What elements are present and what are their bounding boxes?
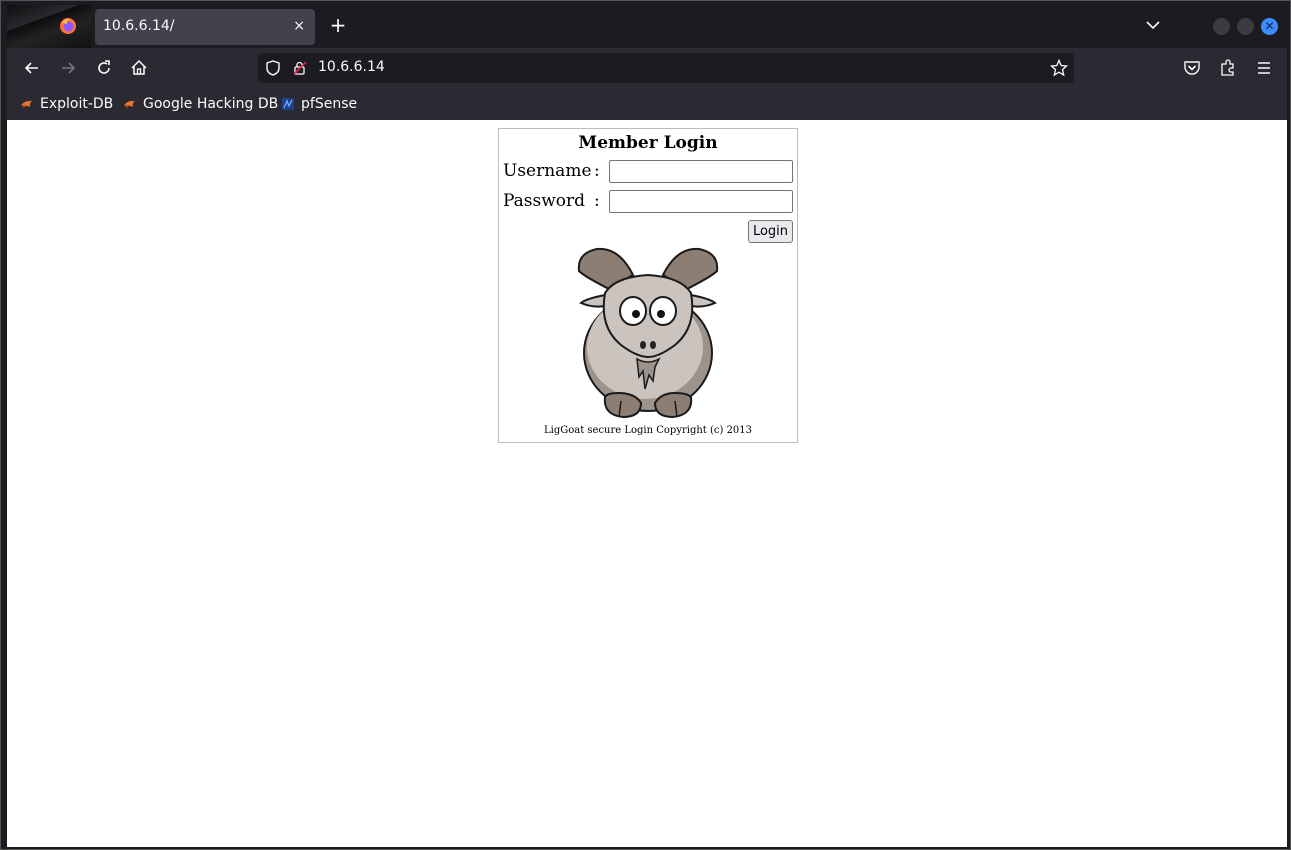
tab-title: 10.6.6.14/ [103, 18, 175, 34]
bookmark-label: Exploit-DB [40, 96, 114, 112]
goat-mascot-image [577, 247, 719, 419]
tab-active[interactable]: 10.6.6.14/ × [95, 9, 315, 45]
menu-hamburger-icon[interactable] [1255, 59, 1273, 77]
login-form: Member Login Username : Password : Login [498, 128, 798, 443]
navigation-toolbar: 10.6.6.14 [7, 48, 1287, 88]
password-label: Password [503, 191, 586, 211]
window-maximize-button[interactable] [1237, 18, 1254, 35]
bookmark-exploit-db[interactable]: Exploit-DB [20, 95, 113, 113]
firefox-icon [60, 18, 76, 34]
tab-strip: 10.6.6.14/ × + ✕ [7, 5, 1287, 48]
login-button[interactable]: Login [748, 220, 793, 243]
url-text: 10.6.6.14 [318, 59, 385, 75]
page-content: Member Login Username : Password : Login [7, 120, 1287, 847]
exploit-db-icon [21, 100, 32, 109]
reload-icon[interactable] [95, 59, 113, 77]
bookmark-pfsense[interactable]: pfSense [281, 95, 357, 113]
browser-window: 10.6.6.14/ × + ✕ 10.6.6.14 Exploit-DB Go… [0, 0, 1291, 850]
tab-close-icon[interactable]: × [293, 18, 305, 34]
username-input[interactable] [609, 160, 793, 183]
chevron-down-icon[interactable] [1145, 17, 1161, 33]
window-minimize-button[interactable] [1213, 18, 1230, 35]
copyright-text: LigGoat secure Login Copyright (c) 2013 [543, 425, 753, 436]
extensions-icon[interactable] [1219, 59, 1237, 77]
window-close-button[interactable]: ✕ [1261, 18, 1278, 35]
bookmark-google-hacking-db[interactable]: Google Hacking DB [123, 95, 278, 113]
forward-arrow-icon[interactable] [59, 59, 77, 77]
bookmark-label: pfSense [301, 96, 358, 112]
ghdb-icon [124, 100, 135, 109]
bookmarks-toolbar: Exploit-DB Google Hacking DB pfSense [7, 88, 1287, 120]
new-tab-button[interactable]: + [327, 15, 349, 37]
username-colon: : [594, 161, 600, 181]
pfsense-icon [282, 98, 294, 110]
shield-icon[interactable] [265, 60, 281, 76]
home-icon[interactable] [130, 59, 148, 77]
username-label: Username [503, 161, 592, 181]
login-title: Member Login [578, 133, 718, 153]
password-input[interactable] [609, 190, 793, 213]
bookmark-label: Google Hacking DB [143, 96, 279, 112]
url-bar[interactable]: 10.6.6.14 [258, 53, 1074, 83]
bookmark-star-icon[interactable] [1050, 59, 1068, 77]
password-colon: : [594, 191, 600, 211]
back-arrow-icon[interactable] [23, 59, 41, 77]
firefox-view-button[interactable] [7, 5, 91, 48]
pocket-icon[interactable] [1183, 59, 1201, 77]
insecure-lock-icon[interactable] [292, 60, 308, 76]
